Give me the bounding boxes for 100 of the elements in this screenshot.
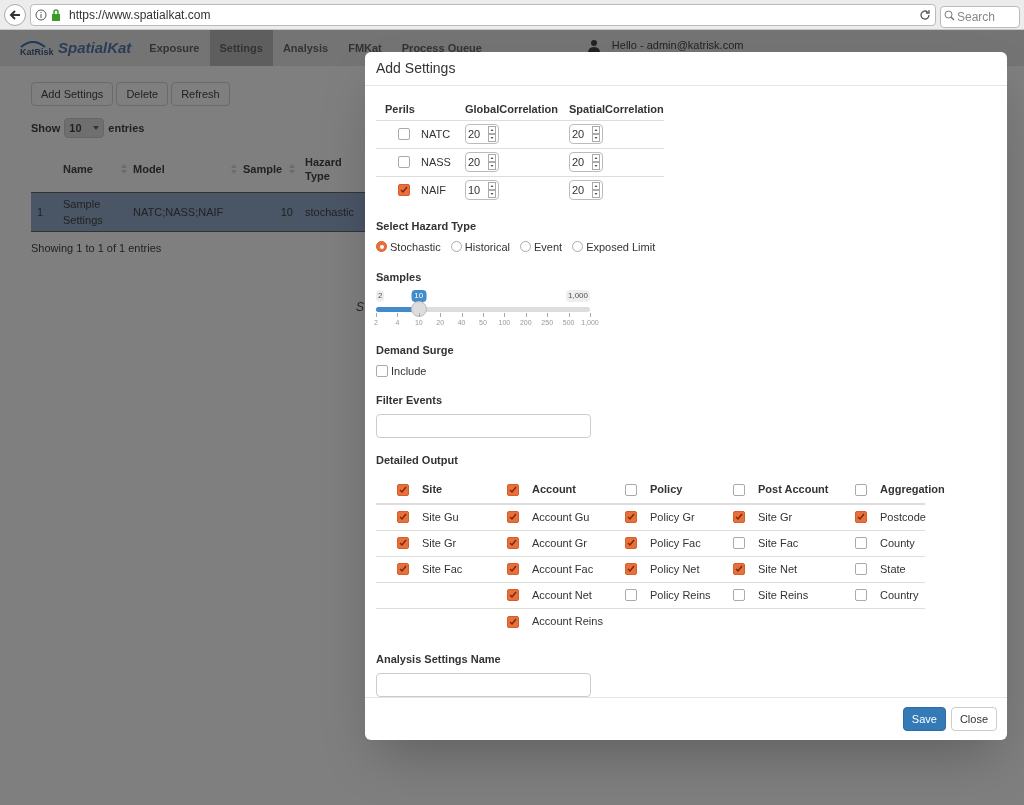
number-spinner[interactable]: 20 <box>465 124 499 145</box>
checkbox[interactable] <box>855 483 867 496</box>
slider-track[interactable] <box>376 306 590 312</box>
column-header: Site <box>422 482 443 498</box>
radio-button[interactable] <box>520 241 531 253</box>
checkbox[interactable] <box>397 563 409 576</box>
checkbox[interactable] <box>625 563 637 576</box>
checkbox-label: Account Fac <box>532 561 594 577</box>
logo-text: KatRisk <box>20 47 54 57</box>
table-cell: 10 <box>280 205 293 218</box>
checkbox[interactable] <box>733 483 745 496</box>
column-header: Aggregation <box>880 482 945 498</box>
checkbox[interactable] <box>733 563 745 576</box>
radio-button[interactable] <box>376 241 387 253</box>
number-spinner[interactable]: 20 <box>569 152 603 173</box>
toolbar-button[interactable]: Refresh <box>171 82 230 106</box>
table-info: Showing 1 to 1 of 1 entries <box>31 241 163 256</box>
radio-button[interactable] <box>450 241 462 253</box>
number-spinner[interactable]: 20 <box>569 124 603 145</box>
checkbox[interactable] <box>397 511 409 524</box>
number-spinner[interactable]: 20 <box>569 180 603 201</box>
radio-label: Stochastic <box>390 239 441 255</box>
search-icon <box>944 9 955 21</box>
checkbox[interactable] <box>855 537 867 550</box>
save-button[interactable]: Save <box>902 707 946 731</box>
checkbox[interactable] <box>507 589 519 602</box>
peril-label: NATC <box>421 126 451 142</box>
back-button[interactable] <box>4 3 26 26</box>
column-header[interactable]: Hazard Type <box>305 155 351 183</box>
checkbox-label: Site Gr <box>758 509 793 525</box>
checkbox[interactable] <box>398 184 410 197</box>
row-number: 1 <box>37 205 44 218</box>
checkbox[interactable] <box>398 128 410 141</box>
table-cell: stochastic <box>305 205 354 218</box>
checkbox-label: Policy Net <box>650 561 700 577</box>
checkbox[interactable] <box>507 563 519 576</box>
info-icon <box>35 8 47 21</box>
peril-label: NAIF <box>421 183 447 199</box>
address-bar[interactable]: https://www.spatialkat.com <box>30 3 936 26</box>
back-arrow-icon <box>9 8 21 21</box>
checkbox-label: Postcode <box>880 509 926 525</box>
arc-icon <box>20 39 46 48</box>
checkbox[interactable] <box>507 511 519 524</box>
checkbox[interactable] <box>397 483 409 496</box>
checkbox-label: Include <box>391 364 427 380</box>
column-header[interactable]: Name <box>63 162 93 176</box>
column-header[interactable]: Sample <box>243 162 283 176</box>
toolbar-button[interactable]: Add Settings <box>31 82 114 106</box>
column-header: Account <box>532 482 576 498</box>
checkbox-label: Policy Fac <box>650 535 701 551</box>
checkbox-label: Site Gu <box>422 509 459 525</box>
checkbox[interactable] <box>376 365 388 378</box>
partial-text: S <box>356 299 364 316</box>
checkbox-label: Account Reins <box>532 614 603 630</box>
checkbox[interactable] <box>855 589 867 602</box>
checkbox[interactable] <box>507 615 519 628</box>
spinner-arrows-icon <box>592 182 600 199</box>
checkbox[interactable] <box>855 511 867 524</box>
checkbox[interactable] <box>397 537 409 550</box>
user-icon <box>587 39 600 53</box>
checkbox[interactable] <box>507 483 519 496</box>
checkbox[interactable] <box>733 537 745 550</box>
checkbox[interactable] <box>733 511 745 524</box>
checkbox-label: Site Reins <box>758 587 809 603</box>
checkbox[interactable] <box>398 156 410 169</box>
toolbar-button[interactable]: Delete <box>116 82 169 106</box>
checkbox[interactable] <box>625 589 637 602</box>
checkbox-label: Account Net <box>532 587 592 603</box>
number-spinner[interactable]: 20 <box>465 152 499 173</box>
column-header[interactable]: Model <box>133 162 165 176</box>
input-field[interactable] <box>376 414 591 439</box>
column-header: SpatialCorrelation <box>569 102 664 115</box>
checkbox[interactable] <box>507 537 519 550</box>
spinner-arrows-icon <box>488 154 496 171</box>
table-row[interactable]: 1 Sample Settings NATC;NASS;NAIF 10 stochastic <box>31 192 365 232</box>
checkbox[interactable] <box>625 483 637 496</box>
column-header: Perils <box>385 102 415 115</box>
table-cell: Sample Settings <box>63 197 103 226</box>
checkbox-label: Site Fac <box>758 535 799 551</box>
checkbox-label: Site Gr <box>422 535 457 551</box>
radio-button[interactable] <box>572 241 584 253</box>
section-label: Analysis Settings Name <box>376 651 502 667</box>
checkbox[interactable] <box>855 563 867 576</box>
spinner-arrows-icon <box>592 154 600 171</box>
input-field[interactable] <box>376 673 591 698</box>
show-label: Show <box>31 120 61 136</box>
radio-label: Historical <box>464 239 510 255</box>
checkbox[interactable] <box>625 537 637 550</box>
checkbox-label: Policy Reins <box>650 587 711 603</box>
checkbox-label: County <box>880 535 915 551</box>
entries-select[interactable]: 10 <box>64 118 105 138</box>
checkbox[interactable] <box>733 589 745 602</box>
close-button[interactable]: Close <box>950 707 997 731</box>
checkbox[interactable] <box>625 511 637 524</box>
checkbox-label: Policy Gr <box>650 509 695 525</box>
search-field[interactable]: Search <box>940 5 1020 28</box>
column-header: GlobalCorrelation <box>465 102 558 115</box>
number-spinner[interactable]: 10 <box>465 180 499 201</box>
min-value: 2 <box>376 289 385 302</box>
max-value: 1,000 <box>565 289 590 302</box>
